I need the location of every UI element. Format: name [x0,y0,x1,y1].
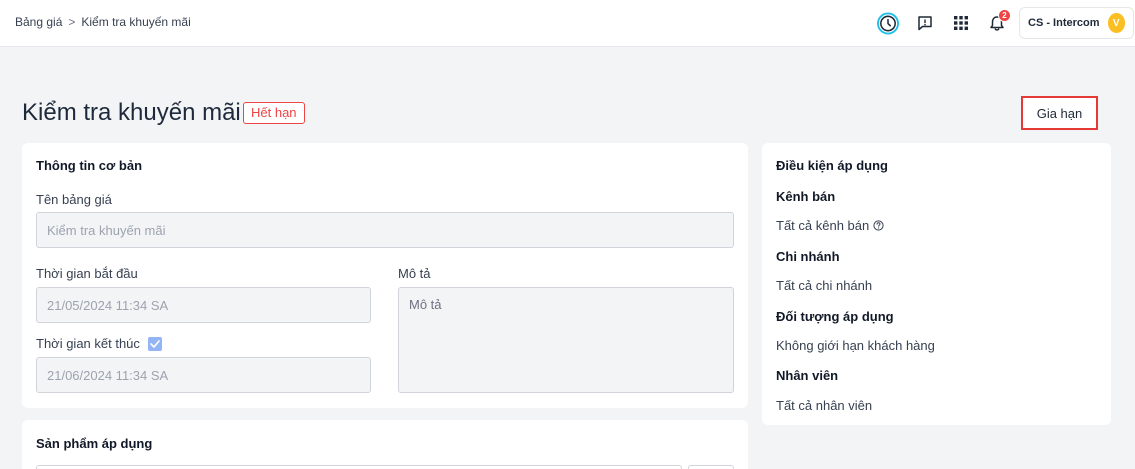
products-card: Sản phẩm áp dụng [22,420,748,469]
check-icon [150,339,160,348]
basic-info-title: Thông tin cơ bản [36,158,143,173]
description-label: Mô tả [398,266,431,281]
breadcrumb-parent-link[interactable]: Bảng giá [15,15,62,29]
description-label-text: Mô tả [398,266,431,281]
target-value: Không giới hạn khách hàng [776,338,935,353]
branch-value: Tất cả chi nhánh [776,278,873,293]
feedback-icon[interactable] [914,12,936,34]
target-heading: Đối tượng áp dụng [776,309,894,324]
branch-heading: Chi nhánh [776,249,840,264]
breadcrumb-separator: > [68,15,76,29]
breadcrumb: Bảng giá > Kiểm tra khuyến mãi [15,15,191,29]
breadcrumb-current: Kiểm tra khuyến mãi [81,15,191,29]
end-time-label: Thời gian kết thúc [36,336,162,351]
help-icon[interactable] [873,220,884,231]
start-time-label-text: Thời gian bắt đầu [36,266,138,281]
description-placeholder: Mô tả [409,297,442,312]
price-list-name-label-text: Tên bảng giá [36,192,112,207]
price-list-name-label: Tên bảng giá [36,192,112,207]
price-list-name-value: Kiểm tra khuyến mãi [47,222,166,238]
product-search-input[interactable] [36,465,682,469]
start-time-value: 21/05/2024 11:34 SA [47,297,169,313]
product-action-button[interactable] [688,465,734,469]
avatar: V [1107,13,1125,33]
status-badge: Hết hạn [243,102,305,124]
notification-count-badge: 2 [998,9,1011,22]
end-time-checkbox[interactable] [147,336,162,351]
conditions-title: Điều kiện áp dụng [776,158,888,173]
basic-info-card: Thông tin cơ bản Tên bảng giá Kiểm tra k… [22,143,748,408]
renew-button[interactable]: Gia hạn [1021,96,1098,130]
price-list-name-field[interactable]: Kiểm tra khuyến mãi [36,212,734,248]
end-time-label-text: Thời gian kết thúc [36,336,140,351]
staff-value: Tất cả nhân viên [776,398,873,413]
account-switcher[interactable]: CS - Intercom V [1019,7,1134,39]
sales-channel-heading: Kênh bán [776,189,836,204]
notification-bell-icon[interactable]: 2 [986,9,1011,34]
start-time-label: Thời gian bắt đầu [36,266,138,281]
sales-channel-text: Tất cả kênh bán [776,218,870,233]
apps-grid-icon[interactable] [950,12,972,34]
top-bar: Bảng giá > Kiểm tra khuyến mãi 2 CS - In… [0,0,1135,47]
page-title: Kiểm tra khuyến mãi [22,99,241,126]
end-time-value: 21/06/2024 11:34 SA [47,367,169,383]
sales-channel-value: Tất cả kênh bán [776,218,884,233]
account-name: CS - Intercom [1028,17,1100,29]
staff-heading: Nhân viên [776,368,839,383]
conditions-card: Điều kiện áp dụng Kênh bán Tất cả kênh b… [762,143,1111,425]
start-time-field[interactable]: 21/05/2024 11:34 SA [36,287,371,323]
description-textarea[interactable]: Mô tả [398,287,734,393]
end-time-field[interactable]: 21/06/2024 11:34 SA [36,357,371,393]
products-title: Sản phẩm áp dụng [36,436,153,451]
intercom-status-icon[interactable] [877,11,899,34]
